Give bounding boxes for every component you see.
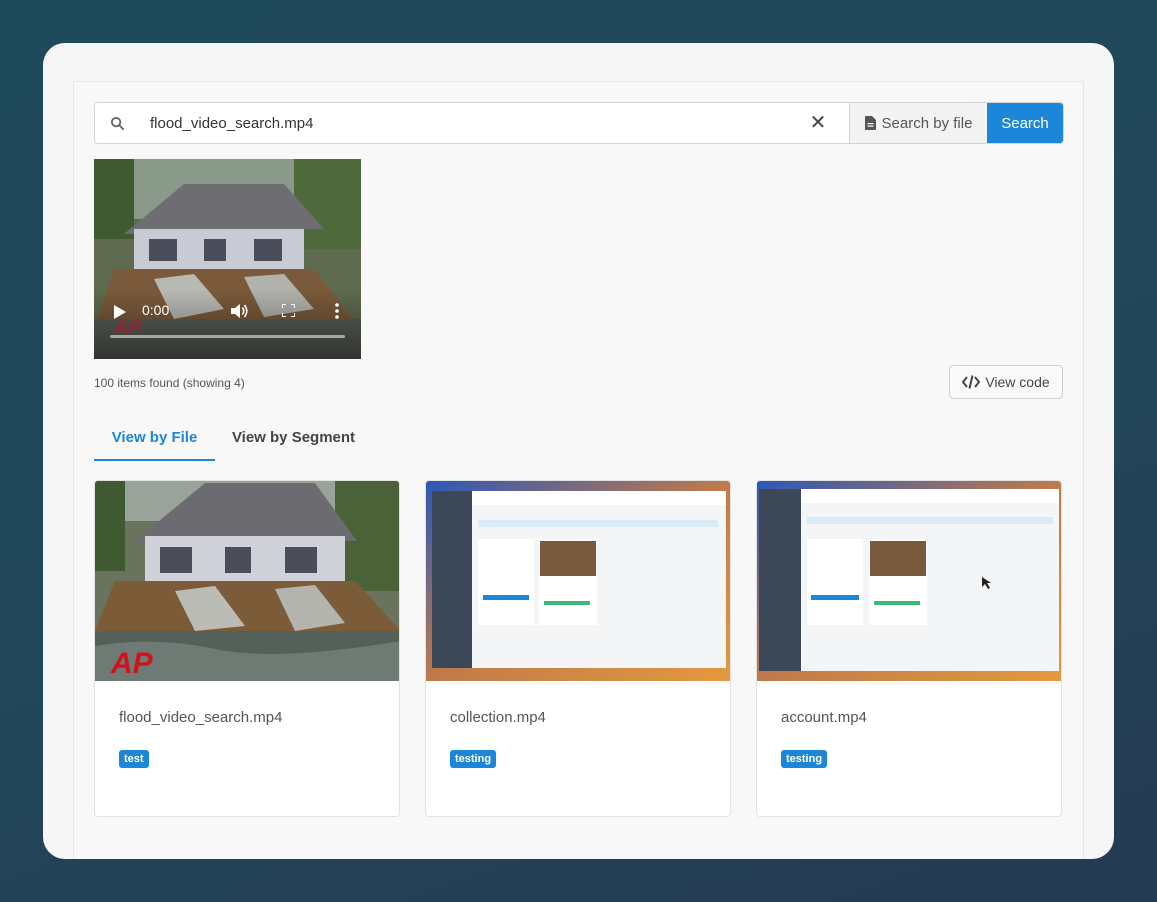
search-button[interactable]: Search xyxy=(987,103,1063,143)
video-progress-bar[interactable] xyxy=(110,335,345,338)
search-by-file-label: Search by file xyxy=(881,114,973,132)
tab-view-by-segment[interactable]: View by Segment xyxy=(215,419,372,461)
search-icon xyxy=(110,116,125,131)
more-options-icon[interactable] xyxy=(334,303,340,319)
flood-video-thumbnail: AP xyxy=(95,481,399,681)
file-icon xyxy=(864,116,876,130)
view-code-button[interactable]: View code xyxy=(949,365,1063,399)
result-card[interactable]: collection.mp4 testing xyxy=(425,480,731,817)
tag-badge: test xyxy=(119,750,149,768)
result-count: 100 items found (showing 4) xyxy=(94,376,245,390)
app-window: ✕ Search by file Search xyxy=(43,43,1114,859)
card-thumbnail[interactable] xyxy=(757,481,1061,681)
code-icon xyxy=(962,375,981,389)
search-results-panel: ✕ Search by file Search xyxy=(73,81,1084,859)
card-thumbnail[interactable] xyxy=(426,481,730,681)
video-player[interactable]: 0:00 AP xyxy=(94,159,361,359)
search-field: ✕ xyxy=(95,103,849,143)
tab-view-by-file[interactable]: View by File xyxy=(94,419,215,461)
svg-text:AP: AP xyxy=(110,647,154,680)
screen-recording-thumbnail xyxy=(426,481,730,681)
card-title: flood_video_search.mp4 xyxy=(119,709,283,726)
card-title: account.mp4 xyxy=(781,709,867,726)
search-bar: ✕ Search by file Search xyxy=(94,102,1064,144)
video-time: 0:00 xyxy=(142,302,170,318)
view-tabs: View by File View by Segment xyxy=(94,419,1064,461)
card-title: collection.mp4 xyxy=(450,709,546,726)
view-code-label: View code xyxy=(985,374,1050,390)
result-card[interactable]: AP flood_video_search.mp4 test xyxy=(94,480,400,817)
search-by-file-button[interactable]: Search by file xyxy=(849,103,987,143)
card-thumbnail[interactable]: AP xyxy=(95,481,399,681)
volume-icon[interactable] xyxy=(231,303,249,319)
screen-recording-thumbnail xyxy=(757,481,1061,681)
fullscreen-icon[interactable] xyxy=(282,304,295,317)
result-card[interactable]: account.mp4 testing xyxy=(756,480,1062,817)
close-icon[interactable]: ✕ xyxy=(809,113,827,133)
tag-badge: testing xyxy=(781,750,828,768)
tag-badge: testing xyxy=(450,750,497,768)
ap-watermark: AP xyxy=(114,317,142,339)
search-input[interactable] xyxy=(95,103,849,143)
